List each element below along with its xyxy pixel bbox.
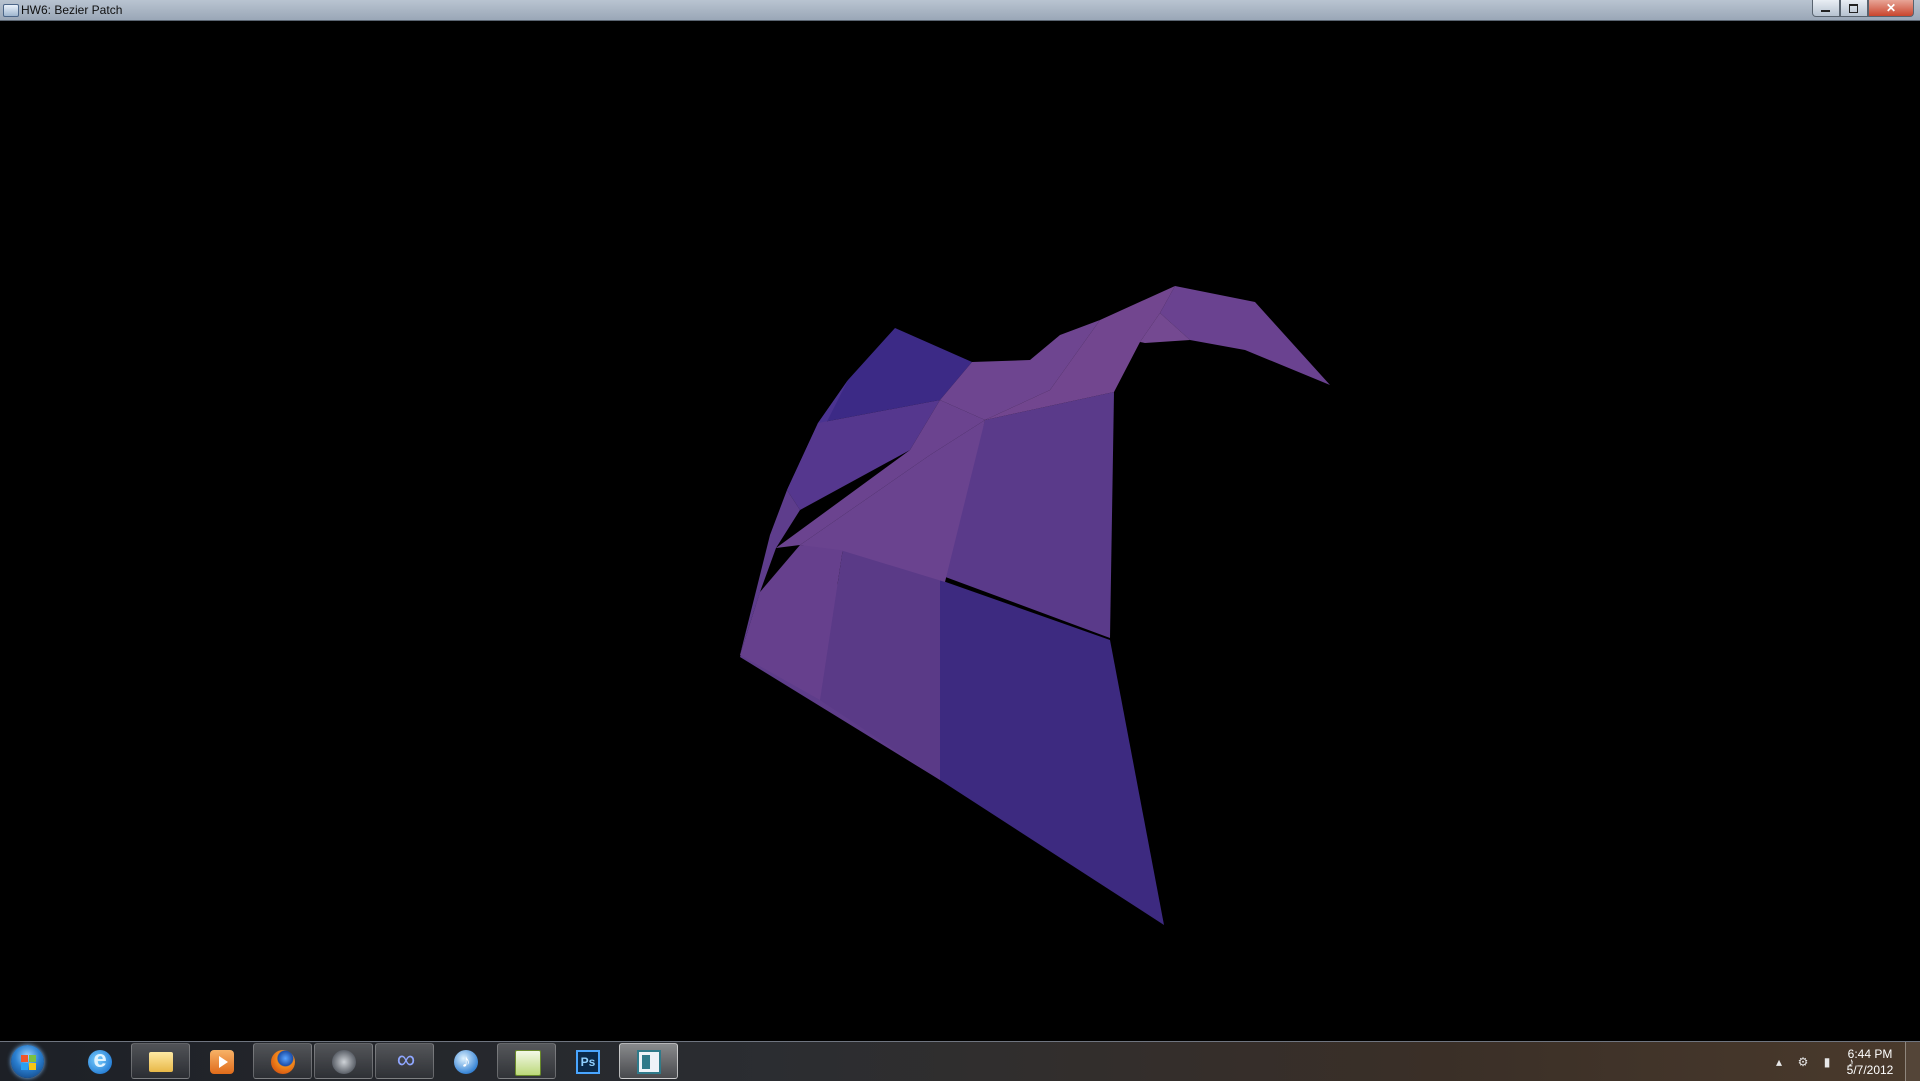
clock-date: 5/7/2012	[1846, 1063, 1894, 1077]
taskbar-item-notepad[interactable]	[497, 1043, 556, 1079]
system-clock[interactable]: 6:44 PM 5/7/2012	[1840, 1046, 1900, 1078]
window-title: HW6: Bezier Patch	[21, 3, 123, 17]
file-explorer-icon	[149, 1052, 173, 1072]
windows-start-orb-icon	[11, 1045, 44, 1078]
media-player-icon	[210, 1050, 234, 1074]
patch-facet	[820, 548, 940, 780]
opengl-viewport[interactable]	[0, 21, 1920, 1041]
taskbar-item-steam[interactable]	[314, 1043, 373, 1079]
firefox-icon	[271, 1050, 295, 1074]
window-app-icon	[637, 1050, 661, 1074]
start-button[interactable]	[5, 1043, 51, 1080]
show-desktop-button[interactable]	[1905, 1042, 1920, 1081]
minimize-icon	[1821, 10, 1830, 12]
internet-explorer-icon	[88, 1046, 112, 1074]
taskbar-item-photoshop[interactable]: Ps	[558, 1043, 617, 1079]
windows-taskbar: Ps ▴ ⚙ ▮ ♪ 6:44 PM 5/7/2012	[0, 1041, 1920, 1081]
photoshop-label: Ps	[580, 1055, 596, 1069]
window-title-bar[interactable]: HW6: Bezier Patch ✕	[0, 0, 1920, 21]
taskbar-item-file-explorer[interactable]	[131, 1043, 190, 1079]
show-hidden-icons-arrow-icon[interactable]: ▴	[1772, 1055, 1786, 1069]
itunes-icon	[454, 1050, 478, 1074]
app-window-icon	[3, 4, 19, 17]
maximize-icon	[1849, 4, 1858, 13]
maximize-button[interactable]	[1840, 0, 1868, 17]
close-icon: ✕	[1885, 1, 1897, 15]
photoshop-icon: Ps	[576, 1050, 600, 1074]
taskbar-item-internet-explorer[interactable]	[70, 1043, 129, 1079]
close-button[interactable]: ✕	[1868, 0, 1914, 17]
bezier-patch-render	[740, 286, 1330, 925]
infinity-app-icon	[393, 1044, 419, 1075]
window-controls: ✕	[1812, 0, 1914, 17]
taskbar-item-infinity-app[interactable]	[375, 1043, 434, 1079]
taskbar-item-firefox[interactable]	[253, 1043, 312, 1079]
patch-facet	[1160, 286, 1330, 385]
steam-tray-icon[interactable]: ⚙	[1796, 1055, 1810, 1069]
steam-icon	[332, 1050, 356, 1074]
patch-facet	[940, 580, 1164, 925]
taskbar-item-media-player[interactable]	[192, 1043, 251, 1079]
taskbar-items: Ps	[70, 1043, 678, 1080]
clock-time: 6:44 PM	[1847, 1047, 1893, 1061]
minimize-button[interactable]	[1812, 0, 1840, 17]
taskbar-item-window-app[interactable]	[619, 1043, 678, 1079]
notepad-icon	[515, 1050, 541, 1076]
network-signal-icon[interactable]: ▮	[1820, 1055, 1834, 1069]
taskbar-item-itunes[interactable]	[436, 1043, 495, 1079]
